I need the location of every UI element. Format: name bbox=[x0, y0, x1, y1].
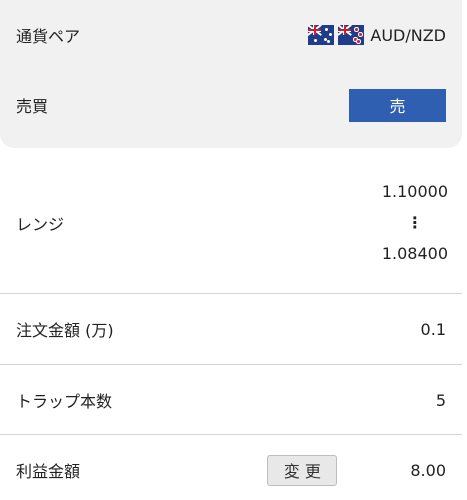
summary-card: 通貨ペア AUD/NZD 売買 売 bbox=[0, 0, 462, 148]
currency-pair-row: 通貨ペア AUD/NZD bbox=[16, 18, 446, 52]
trap-count-label: トラップ本数 bbox=[16, 392, 113, 411]
order-amount-label: 注文金額 (万) bbox=[16, 321, 114, 340]
order-amount-row: 注文金額 (万) 0.1 bbox=[0, 312, 462, 346]
divider bbox=[0, 364, 462, 365]
range-row: レンジ 1.10000 ⋮ 1.08400 bbox=[0, 160, 462, 285]
au-flag-icon bbox=[308, 25, 335, 45]
range-label: レンジ bbox=[16, 214, 65, 234]
profit-amount-row: 利益金額 変 更 8.00 bbox=[0, 453, 462, 487]
divider bbox=[0, 434, 462, 435]
order-confirmation-panel: 通貨ペア AUD/NZD 売買 売 レンジ 1.10000 ⋮ 1.08400 … bbox=[0, 0, 467, 500]
range-values: 1.10000 ⋮ 1.08400 bbox=[382, 174, 448, 272]
currency-pair-text: AUD/NZD bbox=[370, 25, 446, 45]
currency-pair-value: AUD/NZD bbox=[308, 25, 446, 45]
profit-amount-controls: 変 更 8.00 bbox=[267, 454, 446, 486]
divider bbox=[0, 293, 462, 294]
trap-count-row: トラップ本数 5 bbox=[0, 383, 462, 417]
range-high-value: 1.10000 bbox=[381, 181, 448, 201]
profit-amount-value: 8.00 bbox=[410, 460, 446, 480]
trade-side-row: 売買 売 bbox=[16, 88, 446, 122]
nz-flag-icon bbox=[338, 25, 365, 45]
change-button[interactable]: 変 更 bbox=[267, 454, 338, 486]
range-separator-icon: ⋮ bbox=[406, 212, 423, 232]
trade-side-label: 売買 bbox=[16, 97, 49, 116]
order-amount-value: 0.1 bbox=[420, 319, 446, 339]
currency-pair-label: 通貨ペア bbox=[16, 27, 81, 46]
trap-count-value: 5 bbox=[435, 390, 446, 410]
trade-side-badge: 売 bbox=[349, 88, 446, 122]
range-low-value: 1.08400 bbox=[381, 243, 448, 263]
profit-amount-label: 利益金額 bbox=[16, 462, 81, 481]
